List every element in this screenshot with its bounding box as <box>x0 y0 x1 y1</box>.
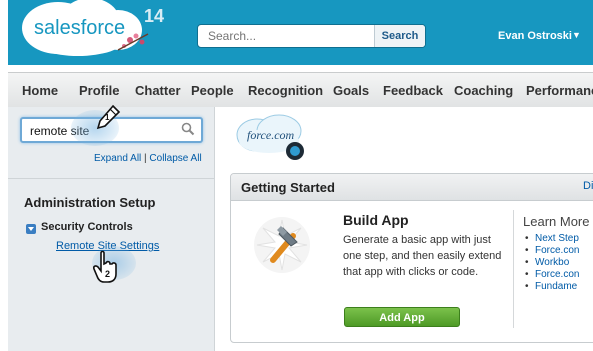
learn-more-link[interactable]: Workbo <box>525 257 579 269</box>
chevron-down-icon[interactable]: ▼ <box>572 30 581 40</box>
admin-setup-heading: Administration Setup <box>24 195 156 210</box>
build-app-description: Generate a basic app with just one step,… <box>343 234 502 278</box>
build-app-title: Build App <box>343 212 409 228</box>
dismiss-link[interactable]: Dis <box>583 180 593 192</box>
logo-text: salesforce <box>34 17 125 39</box>
learn-more-list: Next Step Force.con Workbo Force.con Fun… <box>525 233 579 293</box>
tab-coaching[interactable]: Coaching <box>454 83 513 98</box>
panel-header: Getting Started Dis <box>231 174 593 201</box>
hammer-icon <box>254 217 310 273</box>
tab-performance[interactable]: Performanc <box>526 83 593 98</box>
learn-more-link[interactable]: Force.con <box>525 269 579 281</box>
step-1-pencil-icon: 1 <box>96 104 121 130</box>
global-search-button[interactable]: Search <box>374 25 425 47</box>
main-content: force.com Getting Started Dis Build App … <box>215 107 593 351</box>
learn-more-link[interactable]: Force.con <box>525 245 579 257</box>
global-search-input[interactable] <box>198 25 378 47</box>
step-2-number: 2 <box>105 269 110 279</box>
tab-bar: Home Profile Chatter People Recognition … <box>8 72 593 108</box>
global-search: Search <box>197 24 426 48</box>
user-menu[interactable]: Evan Ostroski <box>498 30 572 42</box>
tab-feedback[interactable]: Feedback <box>383 83 443 98</box>
learn-more-link[interactable]: Fundame <box>525 281 579 293</box>
collapse-toggle-icon[interactable] <box>26 224 36 234</box>
getting-started-panel: Getting Started Dis Build App Generate a… <box>230 173 593 343</box>
learn-more-heading: Learn More <box>523 214 590 229</box>
search-icon <box>181 122 195 136</box>
forcecom-logo: force.com <box>236 114 304 160</box>
hand-cursor-icon: 2 <box>93 250 117 283</box>
panel-title: Getting Started <box>241 180 335 195</box>
learn-more-link[interactable]: Next Step <box>525 233 579 245</box>
expand-all-link[interactable]: Expand All <box>94 153 141 164</box>
tab-goals[interactable]: Goals <box>333 83 369 98</box>
tab-home[interactable]: Home <box>22 83 58 98</box>
security-controls-node[interactable]: Security Controls <box>41 221 133 233</box>
tab-people[interactable]: People <box>191 83 234 98</box>
collapse-all-link[interactable]: Collapse All <box>149 153 201 164</box>
column-divider <box>513 210 514 328</box>
salesforce-logo[interactable]: salesforce <box>18 0 160 58</box>
expand-collapse-links: Expand All | Collapse All <box>94 153 202 164</box>
tab-recognition[interactable]: Recognition <box>248 83 323 98</box>
sidebar-divider <box>8 178 214 179</box>
add-app-button[interactable]: Add App <box>344 307 460 327</box>
app-frame: salesforce 14 Search Evan Ostroski ▼ Hom… <box>8 0 593 351</box>
forcecom-logo-text: force.com <box>247 128 295 142</box>
release-number: 14 <box>144 6 165 26</box>
step-1-number: 1 <box>105 113 110 122</box>
setup-sidebar: remote site Expand All | Collapse All Ad… <box>8 107 215 351</box>
top-header: salesforce 14 Search Evan Ostroski ▼ <box>8 0 593 65</box>
tab-chatter[interactable]: Chatter <box>135 83 181 98</box>
tab-profile[interactable]: Profile <box>79 83 119 98</box>
